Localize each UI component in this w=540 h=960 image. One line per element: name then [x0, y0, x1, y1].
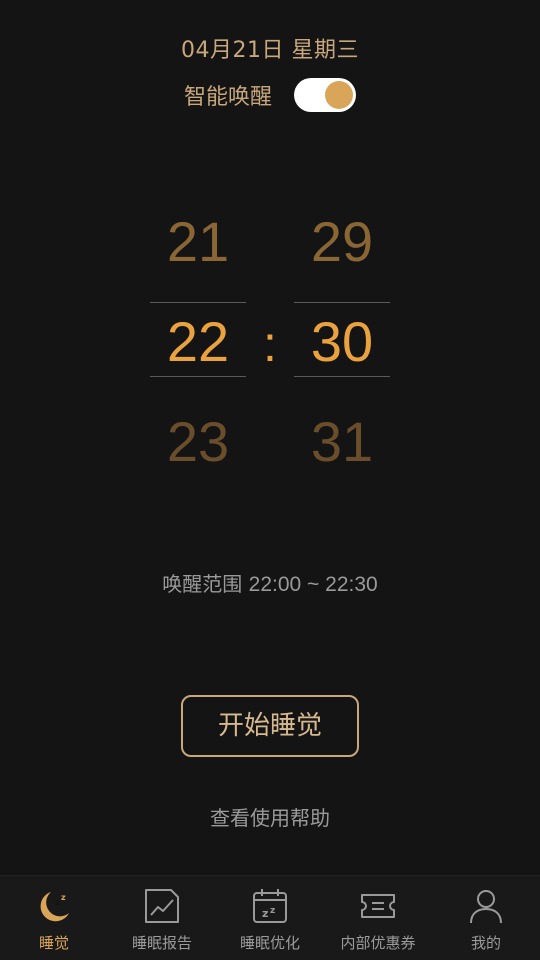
minute-prev[interactable]: 29 [294, 210, 390, 274]
wake-range: 唤醒范围 22:00 ~ 22:30 [0, 568, 540, 597]
tab-label: 睡眠报告 [131, 934, 192, 952]
bottom-tab-bar: z z 睡觉 睡眠报告 z z 睡眠优化 内部优惠券 我的 [0, 875, 540, 960]
svg-text:z: z [61, 893, 66, 902]
coupon-icon [361, 894, 395, 918]
svg-text:z: z [270, 906, 275, 916]
tab-label: 我的 [470, 934, 501, 952]
tab-sleep-report[interactable]: 睡眠报告 [108, 876, 216, 953]
wake-range-value: 22:00 ~ 22:30 [248, 573, 378, 596]
tab-mine[interactable]: 我的 [432, 876, 540, 953]
minute-next[interactable]: 31 [294, 410, 390, 474]
minute-selected[interactable]: 30 [294, 310, 390, 374]
hour-selected[interactable]: 22 [150, 310, 246, 374]
hour-next[interactable]: 23 [150, 410, 246, 474]
tab-sleep-optimize[interactable]: z z 睡眠优化 [216, 876, 324, 953]
selection-line [150, 302, 246, 303]
tab-label: 睡眠优化 [239, 934, 300, 952]
sleep-screen: 04月21日 星期三 智能唤醒 21 22 23 : 29 30 31 唤醒范围… [0, 0, 540, 960]
hour-prev[interactable]: 21 [150, 210, 246, 274]
tab-sleep[interactable]: z z 睡觉 [0, 876, 108, 953]
svg-text:z: z [55, 898, 60, 908]
toggle-knob [325, 81, 353, 109]
tab-coupons[interactable]: 内部优惠券 [324, 876, 432, 953]
help-link[interactable]: 查看使用帮助 [0, 802, 540, 831]
date-label: 04月21日 星期三 [181, 38, 359, 63]
wake-range-label: 唤醒范围 [162, 572, 243, 596]
smart-wake-label: 智能唤醒 [183, 85, 272, 110]
person-icon [470, 890, 502, 924]
tab-label: 内部优惠券 [340, 934, 416, 952]
selection-line [150, 376, 246, 377]
svg-text:z: z [262, 907, 268, 920]
start-sleep-button[interactable]: 开始睡觉 [181, 695, 359, 757]
calendar-zz-icon: z z [253, 889, 287, 923]
tab-label: 睡觉 [38, 934, 69, 952]
selection-line [294, 376, 390, 377]
moon-zz-icon: z z [40, 892, 69, 922]
time-separator: : [263, 316, 277, 372]
smart-wake-toggle[interactable] [294, 78, 356, 112]
smart-wake-row: 智能唤醒 [0, 78, 540, 112]
selection-line [294, 302, 390, 303]
chart-report-icon [145, 889, 179, 923]
